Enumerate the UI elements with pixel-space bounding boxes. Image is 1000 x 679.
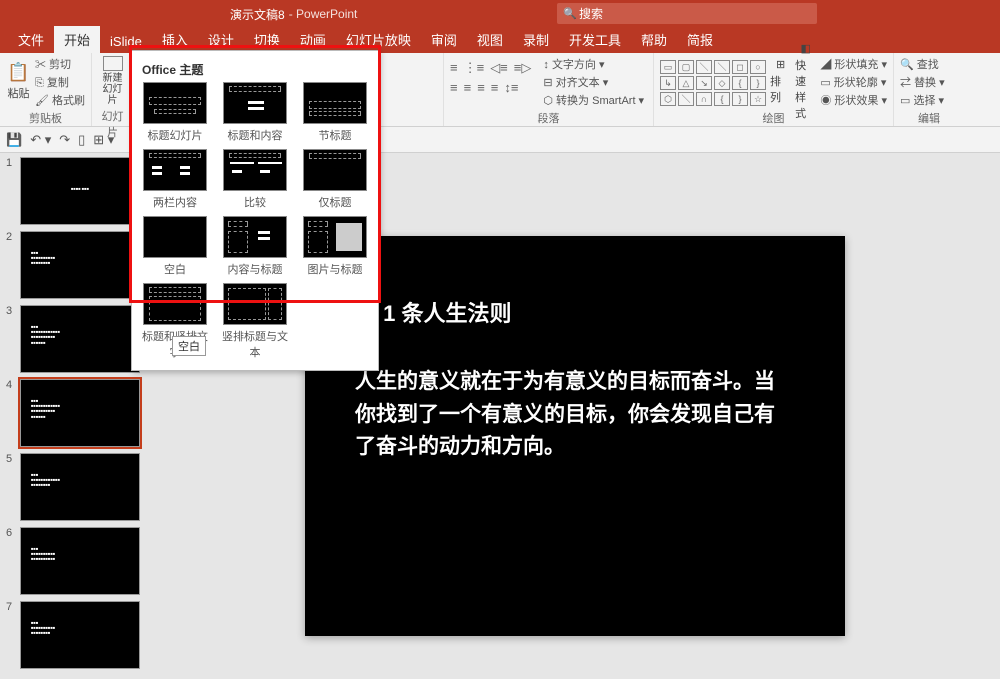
slide-thumb-2[interactable]: ■■■■■■■■■■■■■■■■■■■■■ [20, 231, 140, 299]
current-slide[interactable]: 第 1 条人生法则 人生的意义就在于为有意义的目标而奋斗。当你找到了一个有意义的… [305, 236, 845, 636]
numbering-button[interactable]: ⋮≡ [464, 60, 485, 76]
layout-picture-caption[interactable]: 图片与标题 [300, 216, 370, 277]
layout-title-slide[interactable]: 标题幻灯片 [140, 82, 210, 143]
slide-thumb-1[interactable]: ■■■■ ■■■ [20, 157, 140, 225]
align-right[interactable]: ≡ [477, 80, 485, 95]
tab-insert[interactable]: 插入 [152, 26, 198, 53]
slide-thumb-4[interactable]: ■■■■■■■■■■■■■■■■■■■■■■■■■■■■■■■ [20, 379, 140, 447]
tab-transitions[interactable]: 切换 [244, 26, 290, 53]
shapes-gallery[interactable]: ▭▢＼＼◻○ ↳△↘◇{} ⬡＼∩{}☆ [660, 56, 766, 106]
copy-button[interactable]: ⎘ 复制 [35, 74, 85, 90]
save-button[interactable]: 💾 [6, 132, 22, 148]
shape-fill-button[interactable]: ◢ 形状填充 ▾ [820, 56, 887, 72]
tab-view[interactable]: 视图 [467, 26, 513, 53]
tab-home[interactable]: 开始 [54, 26, 100, 53]
tab-review[interactable]: 审阅 [421, 26, 467, 53]
smartart-button[interactable]: ⬡ 转换为 SmartArt ▾ [543, 92, 644, 108]
layout-blank[interactable]: 空白 [140, 216, 210, 277]
layout-vertical-title-text[interactable]: 竖排标题与文本 [220, 283, 290, 360]
tab-record[interactable]: 录制 [513, 26, 559, 53]
group-slides-label: 幻灯片 [98, 108, 127, 140]
cut-button[interactable]: ✂ 剪切 [35, 56, 85, 72]
style-icon: ◧ [801, 42, 811, 55]
layout-content-caption[interactable]: 内容与标题 [220, 216, 290, 277]
document-title: 演示文稿8 [230, 6, 285, 23]
find-button[interactable]: 🔍 查找 [900, 56, 945, 72]
group-editing-label: 编辑 [900, 110, 958, 126]
slide-thumb-7[interactable]: ■■■■■■■■■■■■■■■■■■■■■ [20, 601, 140, 669]
arrange-icon: ⊞ [776, 58, 785, 71]
tab-slideshow[interactable]: 幻灯片放映 [336, 26, 421, 53]
new-slide-button[interactable]: 新建 幻灯片 [98, 56, 127, 106]
arrange-button[interactable]: ⊞排列 [770, 56, 791, 106]
align-center[interactable]: ≡ [464, 80, 472, 95]
line-spacing[interactable]: ↕≡ [504, 80, 518, 95]
thumbnail-panel: 1■■■■ ■■■ 2■■■■■■■■■■■■■■■■■■■■■ 3■■■■■■… [0, 153, 150, 679]
layout-two-content[interactable]: 两栏内容 [140, 149, 210, 210]
tab-file[interactable]: 文件 [8, 26, 54, 53]
paste-button[interactable]: 📋 粘贴 [6, 56, 31, 106]
undo-button[interactable]: ↶ ▾ [30, 132, 51, 148]
align-justify[interactable]: ≡ [491, 80, 499, 95]
slide-title: 第 1 条人生法则 [355, 296, 795, 328]
clipboard-icon: 📋 [7, 62, 29, 83]
app-name: - PowerPoint [289, 7, 358, 21]
title-bar: 演示文稿8 - PowerPoint 🔍 搜索 [0, 0, 1000, 28]
layout-comparison[interactable]: 比较 [220, 149, 290, 210]
tab-design[interactable]: 设计 [198, 26, 244, 53]
layout-tooltip: 空白 [172, 336, 206, 356]
tab-help[interactable]: 帮助 [631, 26, 677, 53]
search-box[interactable]: 🔍 搜索 [557, 3, 817, 24]
slide-thumb-3[interactable]: ■■■■■■■■■■■■■■■■■■■■■■■■■■■■■■■ [20, 305, 140, 373]
slide-body: 人生的意义就在于为有意义的目标而奋斗。当你找到了一个有意义的目标，你会发现自己有… [355, 366, 795, 464]
align-left[interactable]: ≡ [450, 80, 458, 95]
text-direction-button[interactable]: ↕ 文字方向 ▾ [543, 56, 644, 72]
group-paragraph-label: 段落 [450, 110, 647, 126]
layout-section-header[interactable]: 节标题 [300, 82, 370, 143]
indent-right[interactable]: ≡▷ [514, 60, 532, 76]
new-slide-icon [103, 56, 123, 71]
shape-outline-button[interactable]: ▭ 形状轮廓 ▾ [820, 74, 887, 90]
search-placeholder: 搜索 [579, 5, 603, 22]
tab-developer[interactable]: 开发工具 [559, 26, 631, 53]
bullets-button[interactable]: ≡ [450, 60, 458, 76]
slide-thumb-6[interactable]: ■■■■■■■■■■■■■■■■■■■■■■■ [20, 527, 140, 595]
layout-dropdown: Office 主题 标题幻灯片 标题和内容 节标题 两栏内容 比较 仅标题 空白 [131, 50, 379, 371]
tab-animations[interactable]: 动画 [290, 26, 336, 53]
format-painter-button[interactable]: 🖌 格式刷 [35, 92, 85, 108]
slide-thumb-5[interactable]: ■■■■■■■■■■■■■■■■■■■■■■■ [20, 453, 140, 521]
layout-header: Office 主题 [140, 57, 370, 82]
group-clipboard-label: 剪贴板 [6, 110, 85, 126]
shape-effects-button[interactable]: ◉ 形状效果 ▾ [820, 92, 887, 108]
select-button[interactable]: ▭ 选择 ▾ [900, 92, 945, 108]
align-text-button[interactable]: ⊟ 对齐文本 ▾ [543, 74, 644, 90]
layout-title-only[interactable]: 仅标题 [300, 149, 370, 210]
slideshow-button[interactable]: ▯ [78, 132, 85, 148]
indent-left[interactable]: ◁≡ [490, 60, 508, 76]
redo-button[interactable]: ↷ [59, 132, 70, 148]
group-drawing-label: 绘图 [660, 110, 887, 126]
layout-title-content[interactable]: 标题和内容 [220, 82, 290, 143]
search-icon: 🔍 [563, 8, 575, 20]
quickstyle-button[interactable]: ◧快速样式 [795, 56, 816, 106]
tab-brief[interactable]: 简报 [677, 26, 723, 53]
replace-button[interactable]: ⇄ 替换 ▾ [900, 74, 945, 90]
